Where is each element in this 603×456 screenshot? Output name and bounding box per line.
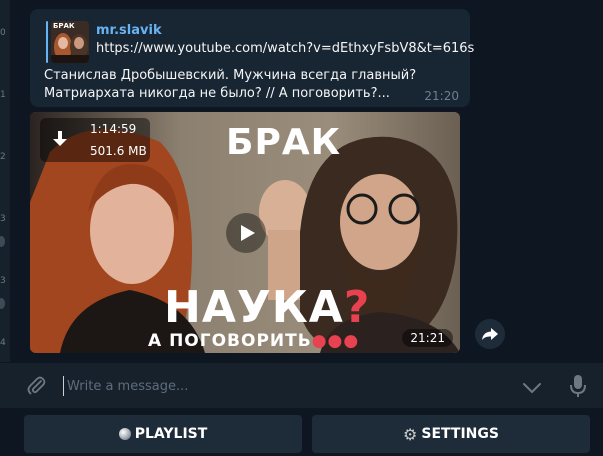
play-button[interactable]: [226, 213, 266, 253]
link-url[interactable]: https://www.youtube.com/watch?v=dEthxyFs…: [96, 41, 474, 56]
download-icon[interactable]: [52, 130, 68, 152]
playlist-button-label: PLAYLIST: [134, 426, 208, 442]
unread-count: 3: [0, 276, 6, 286]
share-button[interactable]: [475, 319, 505, 349]
white-circle-icon: [118, 428, 131, 440]
play-icon: [241, 225, 255, 241]
settings-button[interactable]: ⚙ SETTINGS: [312, 415, 590, 453]
video-info-badge: 1:14:59 501.6 MB: [40, 118, 150, 162]
video-overlay-subtitle: А ПОГОВОРИТЬ●●●: [148, 331, 359, 351]
message-text-line: Станислав Дробышевский. Мужчина всегда г…: [44, 68, 417, 83]
link-site-name[interactable]: mr.slavik: [96, 23, 162, 38]
share-arrow-icon: [482, 328, 498, 340]
unread-count: 0: [0, 28, 6, 38]
message-time: 21:20: [424, 89, 459, 103]
subtitle-dots: ●●●: [311, 331, 360, 351]
settings-button-label: SETTINGS: [421, 426, 499, 442]
unread-count: 3: [0, 214, 6, 224]
unread-count: 1: [0, 90, 6, 100]
link-preview-bar: [46, 21, 48, 63]
chat-list-edge: 0 1 2 3 3 4: [0, 0, 10, 362]
gear-icon: ⚙: [403, 424, 418, 444]
message-input[interactable]: [67, 371, 487, 401]
message-composer: [0, 362, 603, 409]
playlist-button[interactable]: PLAYLIST: [24, 415, 302, 453]
video-duration: 1:14:59: [90, 122, 137, 136]
subtitle-text: А ПОГОВОРИТЬ: [148, 331, 312, 351]
message-text: Станислав Дробышевский. Мужчина всегда г…: [44, 67, 444, 103]
video-overlay-logo: НАУКА?: [164, 282, 370, 333]
paperclip-icon[interactable]: [26, 375, 48, 401]
bot-keyboard: PLAYLIST ⚙ SETTINGS: [0, 408, 603, 456]
chat-area: БРАК mr.slavik https://www.youtube.com/w…: [10, 0, 603, 362]
logo-text: НАУКА: [164, 282, 344, 333]
text-cursor: [63, 376, 64, 396]
thumbnail-title: БРАК: [53, 22, 75, 30]
chevron-down-icon[interactable]: [522, 379, 542, 398]
link-preview-thumbnail[interactable]: БРАК: [51, 21, 89, 63]
unread-count: 4: [0, 338, 6, 348]
unread-count: 2: [0, 152, 6, 162]
video-file-size: 501.6 MB: [90, 144, 147, 158]
video-time: 21:21: [402, 329, 453, 347]
unread-dot: [0, 298, 5, 309]
video-overlay-title: БРАК: [226, 122, 342, 163]
message-bubble: БРАК mr.slavik https://www.youtube.com/w…: [30, 9, 474, 107]
video-message[interactable]: БРАК 1:14:59 501.6 MB НАУКА? А ПОГОВОРИТ…: [30, 112, 460, 353]
microphone-icon[interactable]: [569, 374, 587, 402]
unread-dot: [0, 236, 5, 247]
logo-mark: ?: [343, 282, 371, 333]
message-text-line: Матриархата никогда не было? // А погово…: [44, 86, 390, 101]
